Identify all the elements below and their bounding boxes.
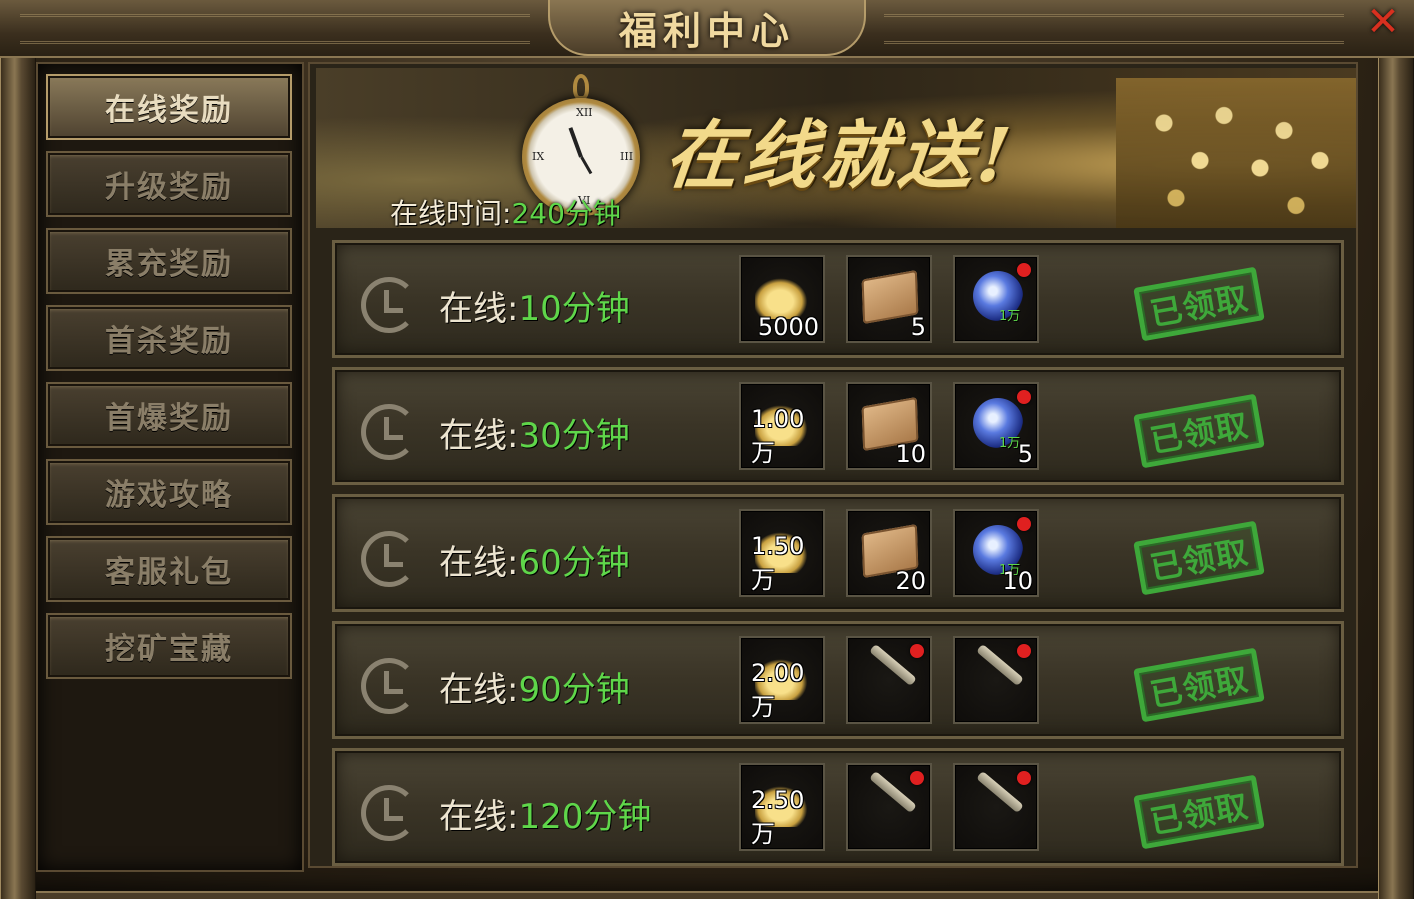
sidebar-item-online-reward[interactable]: 在线奖励	[46, 74, 292, 140]
sidebar-item-label: 挖矿宝藏	[105, 632, 233, 667]
title-plate: 福利中心	[548, 0, 866, 56]
ornament-right	[884, 14, 1344, 44]
sidebar-item-service-gift[interactable]: 客服礼包	[46, 536, 292, 602]
sidebar-item-label: 在线奖励	[105, 93, 233, 128]
sidebar-item-level-reward[interactable]: 升级奖励	[46, 151, 292, 217]
item-tag: 1万	[999, 309, 1021, 324]
item-qty: 10	[895, 440, 926, 468]
claimed-stamp: 已领取	[1133, 266, 1265, 342]
sidebar-item-first-kill-reward[interactable]: 首杀奖励	[46, 305, 292, 371]
reward-slot[interactable]: 5000	[739, 255, 825, 343]
ornament-left	[20, 14, 530, 44]
row-label: 在线:10分钟	[439, 289, 630, 329]
reward-row: 在线:60分钟 1.50万 20 1万 10 已领取	[332, 494, 1344, 612]
sidebar-item-label: 游戏攻略	[105, 478, 233, 513]
claimed-stamp: 已领取	[1133, 393, 1265, 469]
reward-slot[interactable]: 20	[846, 509, 932, 597]
item-qty: 2.00万	[751, 659, 805, 721]
item-qty: 1.50万	[751, 532, 805, 594]
left-pillar	[0, 58, 36, 899]
online-time-label: 在线时间:	[390, 197, 512, 228]
sidebar: 在线奖励 升级奖励 累充奖励 首杀奖励 首爆奖励 游戏攻略 客服礼包 挖矿宝藏	[36, 62, 304, 872]
main-panel: XII III VI IX 在线就送! 在线时间:240分钟 在线:10分钟 5…	[308, 62, 1358, 868]
reward-row: 在线:120分钟 2.50万 已领取	[332, 748, 1344, 866]
red-dot-icon	[910, 771, 924, 785]
sidebar-item-game-guide[interactable]: 游戏攻略	[46, 459, 292, 525]
reward-row: 在线:10分钟 5000 5 1万 已领取	[332, 240, 1344, 358]
red-dot-icon	[1017, 390, 1031, 404]
online-time: 在线时间:240分钟	[390, 192, 621, 228]
reward-slot[interactable]: 5	[846, 255, 932, 343]
reward-slot[interactable]	[953, 763, 1039, 851]
red-dot-icon	[1017, 517, 1031, 531]
claimed-stamp: 已领取	[1133, 520, 1265, 596]
row-label: 在线:60分钟	[439, 543, 630, 583]
red-dot-icon	[1017, 263, 1031, 277]
sidebar-item-mining-treasure[interactable]: 挖矿宝藏	[46, 613, 292, 679]
clock-icon	[361, 404, 417, 460]
sidebar-item-first-drop-reward[interactable]: 首爆奖励	[46, 382, 292, 448]
reward-slot[interactable]: 10	[846, 382, 932, 470]
item-qty: 1.00万	[751, 405, 805, 467]
sidebar-item-label: 首杀奖励	[105, 324, 233, 359]
reward-slot[interactable]: 2.50万	[739, 763, 825, 851]
right-pillar	[1378, 58, 1414, 899]
reward-row: 在线:90分钟 2.00万 已领取	[332, 621, 1344, 739]
reward-slot[interactable]: 1万 5	[953, 382, 1039, 470]
reward-slot[interactable]: 1.00万	[739, 382, 825, 470]
sidebar-item-recharge-reward[interactable]: 累充奖励	[46, 228, 292, 294]
item-qty: 20	[895, 567, 926, 595]
gold-pile-icon	[1116, 78, 1356, 228]
reward-slot[interactable]	[953, 636, 1039, 724]
claimed-stamp: 已领取	[1133, 774, 1265, 850]
red-dot-icon	[1017, 771, 1031, 785]
row-label: 在线:90分钟	[439, 670, 630, 710]
pocket-watch-ring	[573, 74, 589, 100]
title-bar: 福利中心 ✕	[0, 0, 1414, 58]
reward-slot[interactable]: 1.50万	[739, 509, 825, 597]
reward-slot[interactable]	[846, 763, 932, 851]
sidebar-item-label: 首爆奖励	[105, 401, 233, 436]
clock-icon	[361, 658, 417, 714]
banner: XII III VI IX 在线就送! 在线时间:240分钟	[316, 68, 1356, 228]
item-qty: 10	[1002, 567, 1033, 595]
row-time: 10分钟	[518, 289, 630, 329]
red-dot-icon	[1017, 644, 1031, 658]
row-label: 在线:120分钟	[439, 797, 652, 837]
row-label: 在线:30分钟	[439, 416, 630, 456]
row-time: 30分钟	[518, 416, 630, 456]
claimed-stamp: 已领取	[1133, 647, 1265, 723]
red-dot-icon	[910, 644, 924, 658]
reward-slot[interactable]: 1万	[953, 255, 1039, 343]
sidebar-item-label: 客服礼包	[105, 555, 233, 590]
sidebar-item-label: 累充奖励	[105, 247, 233, 282]
item-qty: 2.50万	[751, 786, 805, 848]
sidebar-item-label: 升级奖励	[105, 170, 233, 205]
reward-slot[interactable]: 2.00万	[739, 636, 825, 724]
online-time-value: 240分钟	[511, 197, 621, 228]
clock-icon	[361, 531, 417, 587]
item-qty: 5	[1017, 440, 1033, 468]
row-time: 60分钟	[518, 543, 630, 583]
reward-slot[interactable]: 1万 10	[953, 509, 1039, 597]
close-button[interactable]: ✕	[1360, 0, 1406, 45]
item-qty: 5000	[757, 313, 819, 341]
row-time: 120分钟	[518, 797, 652, 837]
clock-icon	[361, 277, 417, 333]
item-qty: 5	[910, 313, 926, 341]
window-title: 福利中心	[618, 7, 795, 53]
banner-slogan: 在线就送!	[660, 113, 1019, 199]
reward-slot[interactable]	[846, 636, 932, 724]
reward-row: 在线:30分钟 1.00万 10 1万 5 已领取	[332, 367, 1344, 485]
clock-icon	[361, 785, 417, 841]
row-time: 90分钟	[518, 670, 630, 710]
